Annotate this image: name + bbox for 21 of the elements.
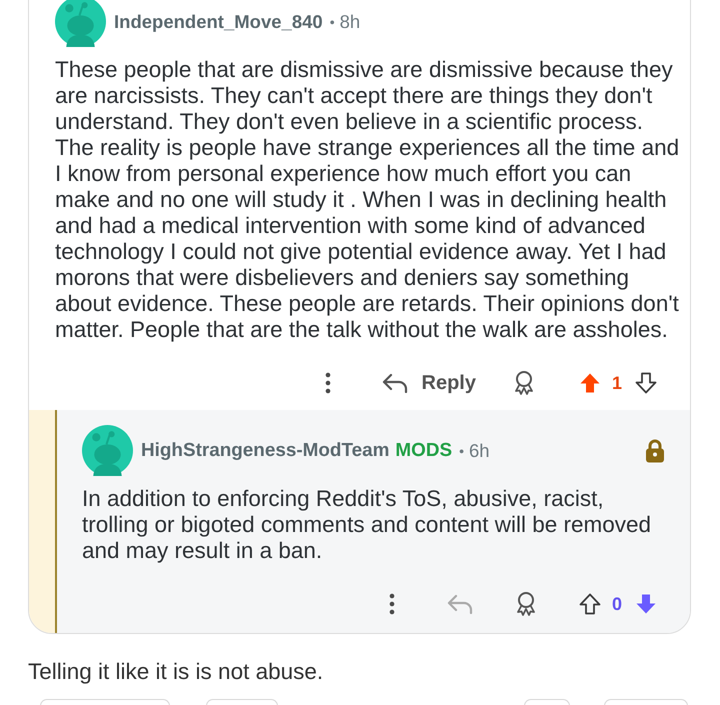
comment-text: In addition to enforcing Reddit's ToS, abusive, racist, trolling or bigoted comments and content will be removed and may result in a ban. xyxy=(82,486,652,564)
avatar-icon[interactable] xyxy=(82,425,133,476)
comment-text: These people that are dismissive are dismissive because they are narcissists. They can't accept there are things they don't understand. They don't even believe in a scientific process. The reality is people have strange experiences all the time and I know from personal experience how much effort you can make and no one will study it . When I was in declining health and had a medical intervention with some kind of advanced technology I could not give potential evidence away. Yet I had morons that were disbelievers and deniers say something about evidence. These people are retards. Their opinions don't matter. People that are the talk without the walk are assholes. xyxy=(55,57,680,343)
reply-button[interactable]: Reply xyxy=(382,372,476,394)
vote-count: 1 xyxy=(612,372,622,394)
downvote-icon[interactable] xyxy=(634,371,658,395)
moderator-label: MODS xyxy=(395,440,452,462)
avatar-icon[interactable] xyxy=(55,0,106,47)
more-icon xyxy=(388,593,395,615)
reply-arrow-icon xyxy=(446,594,473,614)
comment-time: 6h xyxy=(469,440,490,462)
separator-dot: • xyxy=(330,14,335,30)
vote-count: 0 xyxy=(612,594,622,614)
caption-text: Telling it like it is is not abuse. xyxy=(28,659,324,685)
more-icon xyxy=(324,372,331,394)
comment-time: 8h xyxy=(340,10,360,32)
username[interactable]: Independent_Move_840 xyxy=(114,10,323,32)
upvote-icon[interactable] xyxy=(578,592,602,616)
separator-dot: • xyxy=(459,442,464,458)
reply-arrow-icon xyxy=(382,373,408,393)
username[interactable]: HighStrangeness-ModTeam xyxy=(141,440,390,462)
